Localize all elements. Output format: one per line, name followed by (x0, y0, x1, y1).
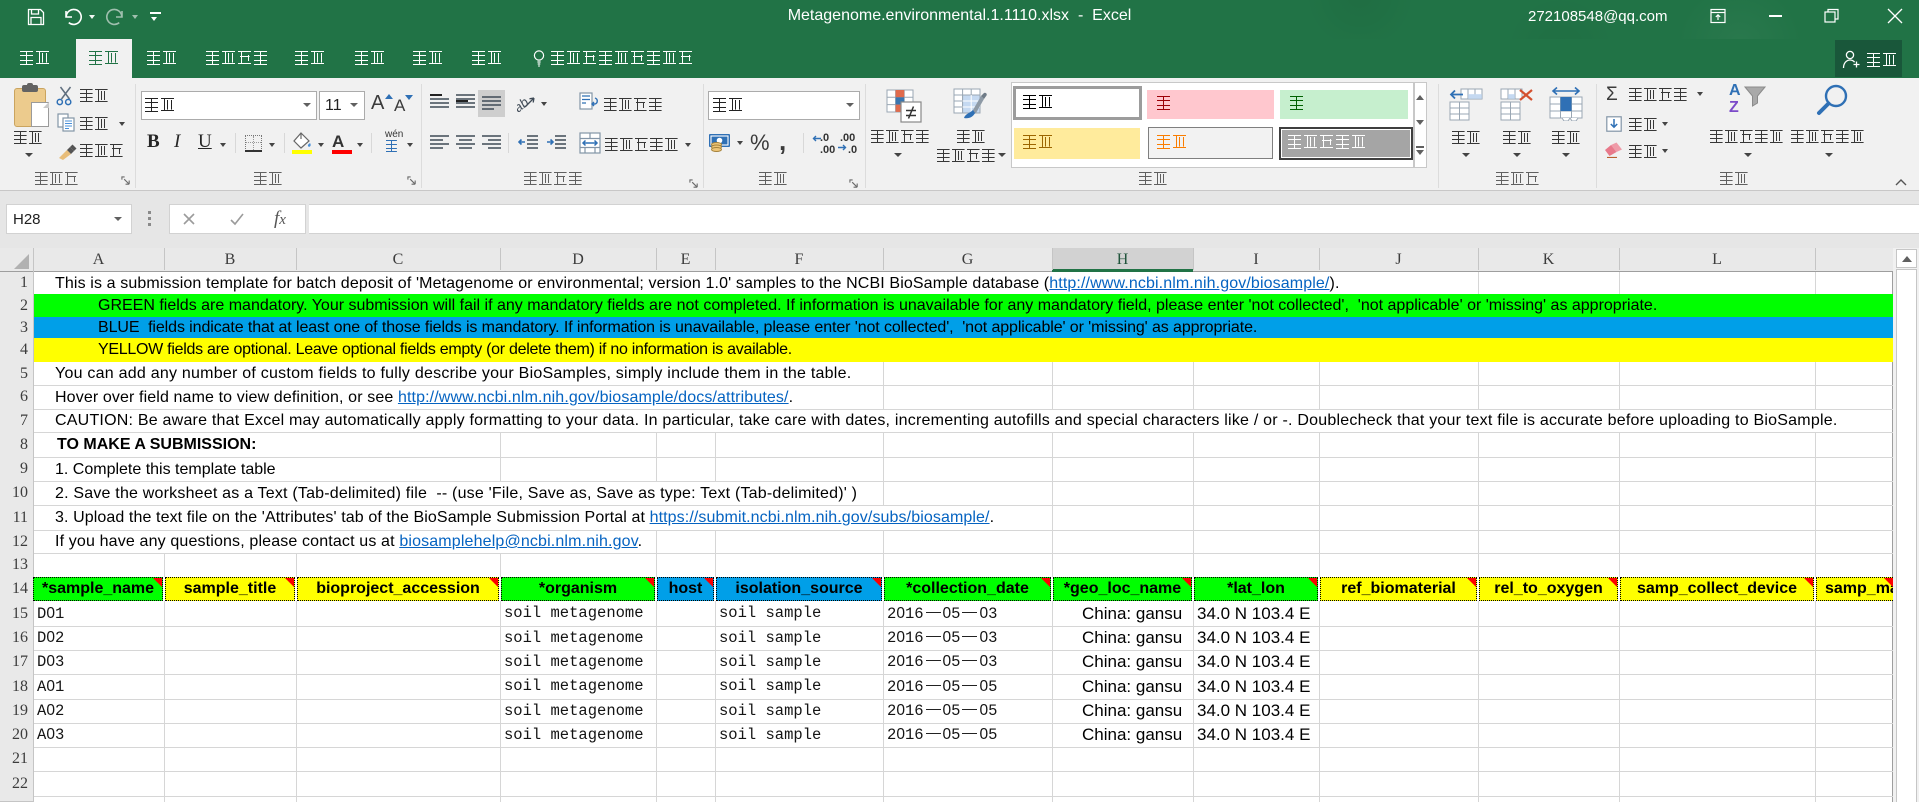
svg-text:ab: ab (517, 94, 531, 113)
